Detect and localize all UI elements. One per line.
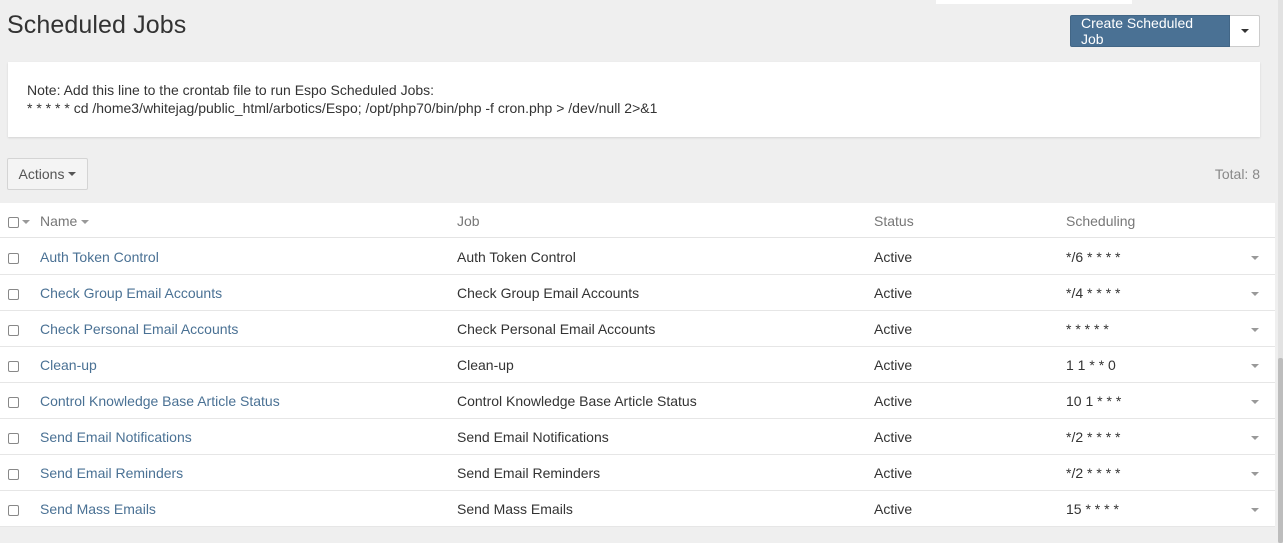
job-cell: Check Group Email Accounts (457, 285, 640, 301)
row-checkbox[interactable] (8, 505, 19, 516)
page: Scheduled Jobs Create Scheduled Job Note… (0, 0, 1283, 543)
table-row: Check Personal Email Accounts Check Perso… (0, 311, 1275, 347)
job-cell: Send Email Reminders (457, 465, 601, 481)
create-dropdown-button[interactable] (1230, 15, 1260, 47)
table-row: Send Email Notifications Send Email Notif… (0, 419, 1275, 455)
status-cell: Active (874, 465, 913, 481)
row-menu-icon[interactable] (1251, 400, 1259, 404)
note-line-1: Note: Add this line to the crontab file … (27, 82, 435, 98)
table-row: Send Mass Emails Send Mass Emails Active 15… (0, 491, 1275, 527)
top-strip (936, 0, 1132, 4)
row-checkbox[interactable] (8, 433, 19, 444)
job-name-link[interactable]: Send Email Reminders (40, 465, 183, 481)
note-line-2: * * * * * cd /home3/whitejag/public_html… (27, 100, 658, 116)
column-header-status[interactable]: Status (874, 213, 914, 229)
job-cell: Send Mass Emails (457, 501, 573, 517)
scheduling-cell: 1 1 * * 0 (1066, 357, 1116, 373)
job-name-link[interactable]: Check Group Email Accounts (40, 285, 222, 301)
job-cell: Send Email Notifications (457, 429, 609, 445)
column-header-job[interactable]: Job (457, 213, 480, 229)
scheduling-cell: * * * * * (1066, 321, 1109, 337)
status-cell: Active (874, 285, 913, 301)
row-menu-icon[interactable] (1251, 292, 1259, 296)
chevron-down-icon (68, 172, 77, 176)
total-count: Total: 8 (1214, 166, 1260, 182)
table-row: Clean-up Clean-up Active 1 1 * * 0 (0, 347, 1275, 383)
table-row: Auth Token Control Auth Token Control Acti… (0, 239, 1275, 275)
scheduling-cell: */2 * * * * (1066, 465, 1121, 481)
job-name-link[interactable]: Send Email Notifications (40, 429, 192, 445)
row-menu-icon[interactable] (1251, 328, 1259, 332)
actions-label: Actions (18, 166, 65, 182)
table-row: Check Group Email Accounts Check Group Em… (0, 275, 1275, 311)
job-cell: Control Knowledge Base Article Status (457, 393, 697, 409)
sort-down-icon (81, 220, 90, 225)
actions-button[interactable]: Actions (7, 158, 88, 190)
job-name-link[interactable]: Auth Token Control (40, 249, 159, 265)
column-header-scheduling[interactable]: Scheduling (1066, 213, 1135, 229)
page-title: Scheduled Jobs (7, 11, 187, 39)
row-menu-icon[interactable] (1251, 364, 1259, 368)
status-cell: Active (874, 501, 913, 517)
status-cell: Active (874, 321, 913, 337)
crontab-note: Note: Add this line to the crontab file … (8, 62, 1260, 137)
scheduling-cell: */6 * * * * (1066, 249, 1121, 265)
job-cell: Check Personal Email Accounts (457, 321, 656, 337)
create-button-group: Create Scheduled Job (1070, 15, 1260, 47)
status-cell: Active (874, 249, 913, 265)
select-all-menu-icon[interactable] (22, 220, 30, 224)
scheduling-cell: 10 1 * * * (1066, 393, 1122, 409)
column-header-name[interactable]: Name (40, 213, 90, 229)
row-menu-icon[interactable] (1251, 508, 1259, 512)
row-menu-icon[interactable] (1251, 256, 1259, 260)
row-checkbox[interactable] (8, 253, 19, 264)
scheduling-cell: */4 * * * * (1066, 285, 1121, 301)
scheduling-cell: */2 * * * * (1066, 429, 1121, 445)
row-menu-icon[interactable] (1251, 472, 1259, 476)
job-cell: Clean-up (457, 357, 514, 373)
table-header: Name Job Status Scheduling (0, 203, 1275, 238)
status-cell: Active (874, 393, 913, 409)
table-row: Send Email Reminders Send Email Reminders… (0, 455, 1275, 491)
create-scheduled-job-button[interactable]: Create Scheduled Job (1070, 15, 1230, 47)
scrollbar-thumb[interactable] (1278, 358, 1283, 543)
job-name-link[interactable]: Control Knowledge Base Article Status (40, 393, 280, 409)
chevron-down-icon (1240, 29, 1249, 33)
row-checkbox[interactable] (8, 289, 19, 300)
column-name-label: Name (40, 213, 78, 229)
table-row: Control Knowledge Base Article Status Con… (0, 383, 1275, 419)
scheduling-cell: 15 * * * * (1066, 501, 1119, 517)
status-cell: Active (874, 429, 913, 445)
row-checkbox[interactable] (8, 325, 19, 336)
row-checkbox[interactable] (8, 469, 19, 480)
jobs-table: Name Job Status Scheduling Auth Token Co… (0, 203, 1275, 527)
row-checkbox[interactable] (8, 361, 19, 372)
select-all-checkbox[interactable] (8, 217, 19, 228)
job-cell: Auth Token Control (457, 249, 576, 265)
status-cell: Active (874, 357, 913, 373)
job-name-link[interactable]: Send Mass Emails (40, 501, 156, 517)
row-menu-icon[interactable] (1251, 436, 1259, 440)
job-name-link[interactable]: Clean-up (40, 357, 97, 373)
job-name-link[interactable]: Check Personal Email Accounts (40, 321, 238, 337)
row-checkbox[interactable] (8, 397, 19, 408)
